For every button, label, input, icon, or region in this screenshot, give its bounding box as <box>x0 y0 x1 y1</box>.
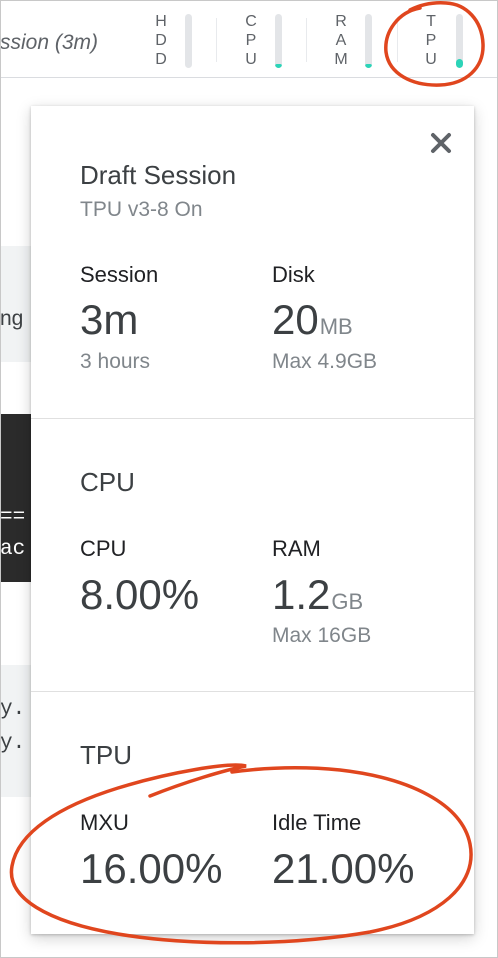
hdd-meter-bar <box>185 14 192 68</box>
background-code-text: ac <box>0 538 26 561</box>
ram-meter-label: R A M <box>334 13 348 68</box>
meter-divider <box>216 18 217 62</box>
close-icon <box>431 133 451 153</box>
cpu-meter-label: C P U <box>245 13 257 68</box>
mxu-stat-value: 16.00% <box>80 845 223 892</box>
cpu-heading: CPU <box>80 467 135 497</box>
disk-stat-limit: Max 4.9GB <box>272 350 378 373</box>
background-code-text: y. <box>0 698 26 721</box>
background-text: ng <box>0 307 24 330</box>
background-code-text: y. <box>0 732 26 755</box>
section-divider <box>31 418 474 419</box>
hdd-meter-label: H D D <box>155 13 167 68</box>
meter-divider <box>397 18 398 62</box>
disk-stat-unit: MB <box>319 314 353 339</box>
ram-stat-label: RAM <box>272 536 321 561</box>
session-heading: Draft Session <box>80 160 237 190</box>
idle-time-stat-value: 21.00% <box>272 845 415 892</box>
section-divider <box>31 691 474 692</box>
cpu-meter-bar <box>275 14 282 68</box>
background-code-cell: == ac <box>0 414 32 582</box>
session-details-popup: Draft Session TPU v3-8 On Session 3m 3 h… <box>31 106 474 934</box>
disk-stat-value: 20MB <box>272 296 353 343</box>
ram-stat-unit: GB <box>331 589 364 614</box>
session-title: ssion (3m) <box>0 31 99 54</box>
tpu-heading: TPU <box>80 740 132 770</box>
accelerator-status: TPU v3-8 On <box>80 198 203 221</box>
session-stat-limit: 3 hours <box>80 350 151 373</box>
cpu-stat-value: 8.00% <box>80 571 200 618</box>
tpu-meter-fill <box>456 59 463 68</box>
ram-stat-value: 1.2GB <box>272 571 364 618</box>
tpu-meter-label: T P U <box>425 13 437 68</box>
mxu-stat-label: MXU <box>80 810 129 835</box>
cpu-meter-fill <box>275 63 282 68</box>
session-stat-value: 3m <box>80 296 139 343</box>
close-button[interactable] <box>428 130 454 156</box>
ram-stat-limit: Max 16GB <box>272 624 372 647</box>
ram-meter-fill <box>365 63 372 68</box>
resource-status-bar: ssion (3m) H D D C P U R A M T P U <box>0 0 498 78</box>
tpu-meter-bar <box>456 14 463 68</box>
session-stat-label: Session <box>80 262 159 287</box>
disk-stat-label: Disk <box>272 262 315 287</box>
meter-divider <box>306 18 307 62</box>
background-code-text: == <box>0 506 26 529</box>
ram-meter-bar <box>365 14 372 68</box>
idle-time-stat-label: Idle Time <box>272 810 362 835</box>
cpu-stat-label: CPU <box>80 536 127 561</box>
